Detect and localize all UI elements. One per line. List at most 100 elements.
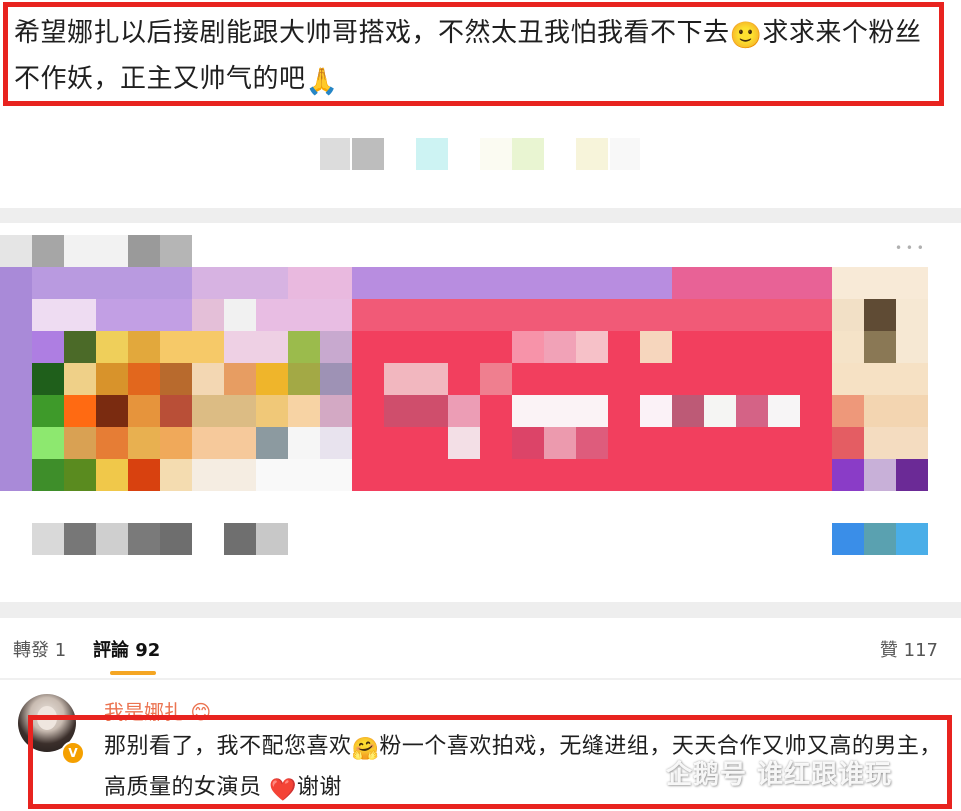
pixelated-block (832, 523, 864, 555)
pixelated-block (160, 427, 192, 459)
pixelated-block (192, 395, 256, 427)
pixelated-block (832, 299, 864, 331)
pixelated-block (160, 363, 192, 395)
pixelated-block (256, 363, 288, 395)
pixelated-block (512, 138, 544, 170)
pixelated-block (256, 523, 288, 555)
pixelated-block (864, 459, 896, 491)
pixelated-block (448, 395, 480, 427)
pixelated-block (320, 395, 352, 427)
pixelated-block (640, 331, 672, 363)
pixelated-block (224, 331, 288, 363)
pixelated-block (864, 523, 896, 555)
pixelated-block (64, 459, 96, 491)
pixelated-block (160, 331, 224, 363)
pixelated-block (64, 395, 96, 427)
pixelated-block (128, 459, 160, 491)
pixelated-block (96, 363, 128, 395)
pixelated-block (128, 331, 160, 363)
pixelated-block (0, 235, 32, 267)
pixelated-block (32, 235, 64, 267)
pixelated-block (610, 138, 640, 170)
pixelated-block (32, 395, 64, 427)
pixelated-media-card: • • • (0, 223, 961, 603)
pixelated-block (448, 427, 480, 459)
pixelated-block (640, 395, 672, 427)
penguin-logo-icon (630, 761, 656, 788)
pixelated-block (256, 395, 288, 427)
pixelated-block (128, 235, 160, 267)
pixelated-block (576, 331, 608, 363)
pixelated-block (192, 363, 224, 395)
pixelated-block (864, 299, 896, 331)
pixelated-block (160, 523, 192, 555)
pixelated-block (832, 427, 864, 459)
pixelated-block (352, 138, 384, 170)
pixelated-block (320, 427, 352, 459)
tab-repost[interactable]: 轉發 1 (13, 636, 66, 662)
pixelated-block (544, 427, 576, 459)
pixelated-block (320, 138, 350, 170)
pixelated-block (768, 395, 800, 427)
pixelated-block (32, 267, 192, 299)
pixelated-block (160, 459, 192, 491)
pixelated-block (896, 523, 928, 555)
tab-likes[interactable]: 贊 117 (880, 636, 938, 662)
pixelated-block (736, 395, 768, 427)
pixelated-block (256, 427, 288, 459)
pixelated-block (192, 459, 256, 491)
pixelated-block (32, 299, 96, 331)
pixelated-block (96, 331, 128, 363)
pixelated-block (384, 363, 448, 395)
pixelated-block (288, 395, 320, 427)
pixelated-block (864, 331, 896, 363)
pixelated-block (64, 363, 96, 395)
pixelated-block (288, 331, 320, 363)
pixelated-block (832, 331, 864, 363)
pixelated-block (480, 363, 512, 395)
pixelated-block (512, 427, 544, 459)
pixelated-block (544, 331, 576, 363)
pixelated-block (128, 427, 160, 459)
pixelated-block (352, 267, 672, 299)
pixelated-block (192, 267, 288, 299)
pixelated-block (832, 363, 928, 395)
pixelated-block (576, 138, 608, 170)
tab-comments[interactable]: 評論 92 (93, 636, 160, 662)
pixelated-block (672, 395, 704, 427)
pixelated-block (192, 427, 256, 459)
pixelated-block (288, 363, 320, 395)
pixelated-block (224, 523, 256, 555)
pixelated-block (672, 267, 832, 299)
pixelated-block (32, 459, 64, 491)
more-icon[interactable]: • • • (895, 241, 935, 255)
pixelated-block (896, 459, 928, 491)
pixelated-block (352, 299, 832, 331)
pixelated-block (32, 523, 64, 555)
tabs-row: 轉發 1 評論 92 贊 117 (0, 620, 961, 678)
watermark: 企鹅号 谁红跟谁玩 (628, 754, 892, 791)
pixelated-block (224, 363, 256, 395)
pixelated-block (96, 395, 128, 427)
pixelated-block (864, 427, 928, 459)
separator-bar (0, 602, 961, 618)
pixelated-block (32, 331, 64, 363)
pixelated-block (64, 523, 96, 555)
pixelated-block (128, 395, 160, 427)
separator-bar (0, 208, 961, 223)
pixelated-block (704, 395, 736, 427)
pixelated-block (832, 395, 864, 427)
pixelated-block (320, 363, 352, 395)
pixelated-block (224, 299, 256, 331)
pixelated-block (64, 331, 96, 363)
pixelated-block (320, 331, 352, 363)
pixelated-block (832, 459, 864, 491)
pixelated-block (96, 459, 128, 491)
pixelated-block (96, 427, 128, 459)
pixelated-block (96, 299, 192, 331)
pixelated-block (32, 427, 64, 459)
pixelated-block (512, 331, 544, 363)
watermark-text: 企鹅号 谁红跟谁玩 (666, 760, 893, 790)
pixelated-block (288, 427, 320, 459)
pixelated-block (128, 363, 160, 395)
